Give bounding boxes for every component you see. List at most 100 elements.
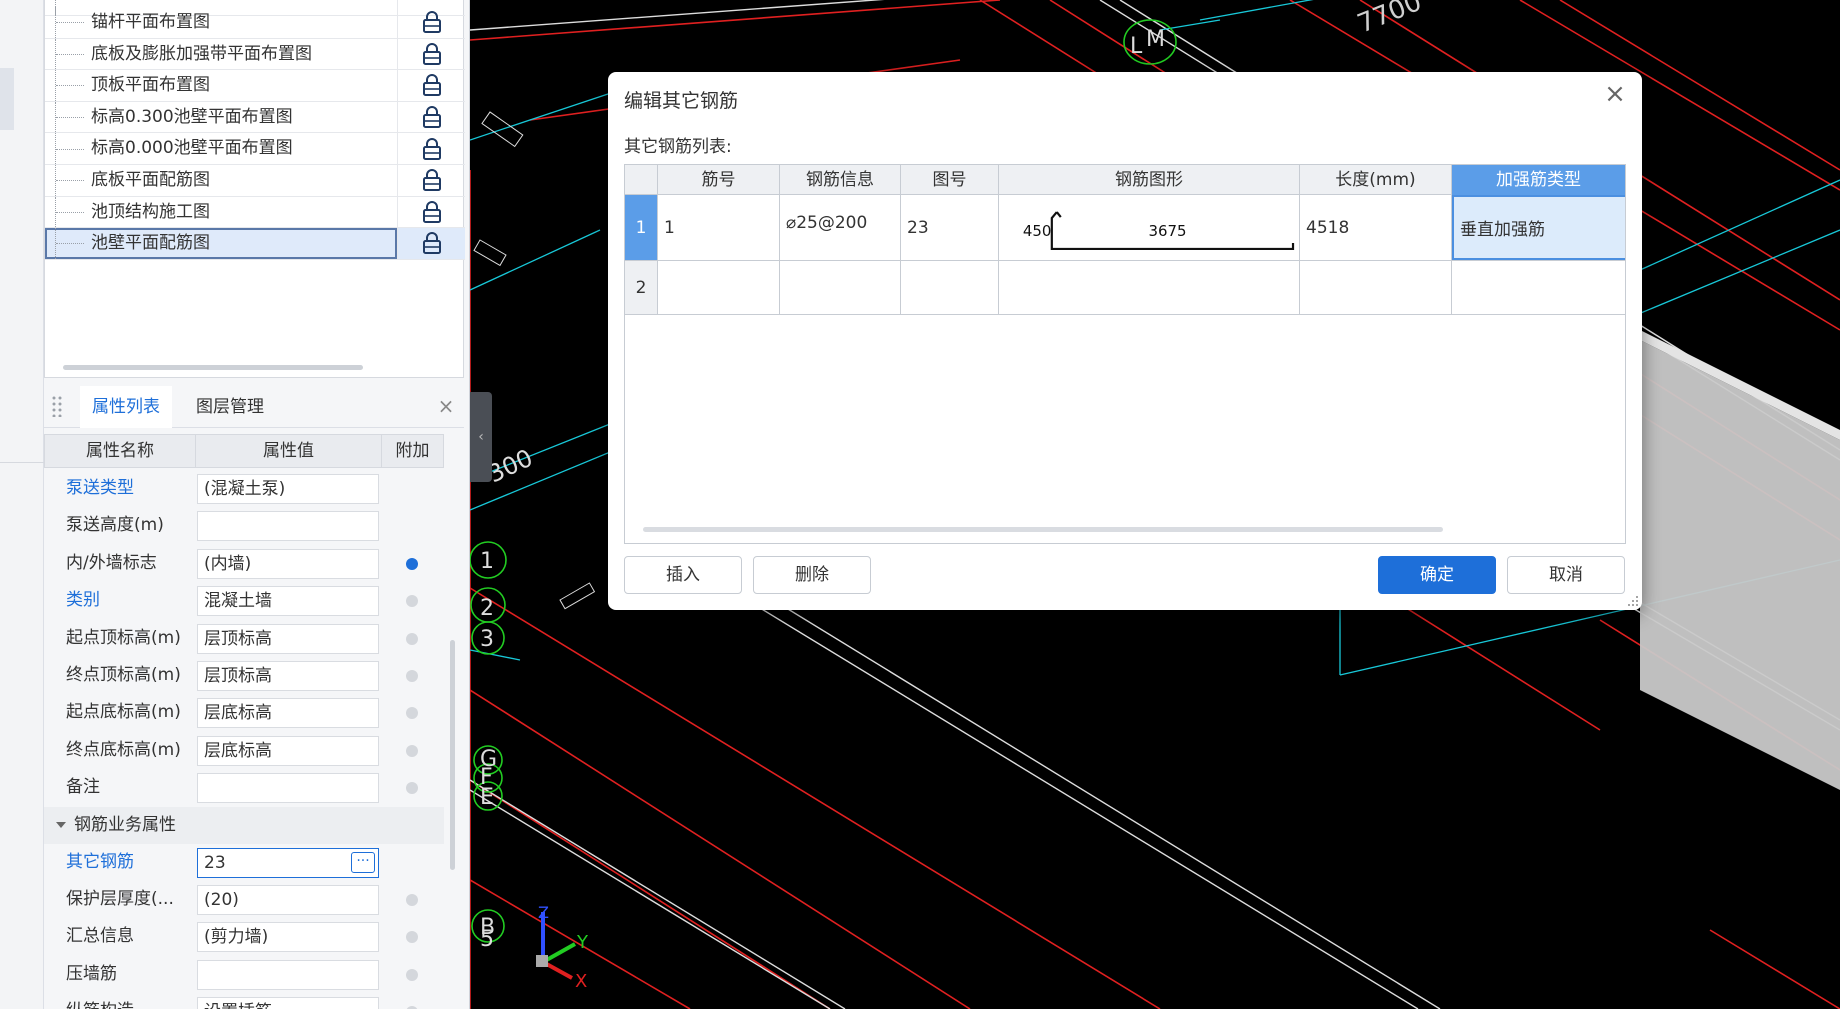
cell-rebar-shape[interactable]: 450 3675 xyxy=(999,195,1300,260)
delete-button[interactable]: 删除 xyxy=(753,556,871,594)
axis-label-3: 3 xyxy=(480,627,494,652)
close-icon[interactable]: × xyxy=(436,396,456,416)
property-value-field[interactable]: (混凝土泵) xyxy=(197,474,379,504)
tab-property-list[interactable]: 属性列表 xyxy=(80,386,172,428)
tree-row-label: 底板平面配筋图 xyxy=(91,170,210,190)
tree-row[interactable]: 标高0.000池壁平面布置图 xyxy=(45,133,465,165)
extra-checkbox[interactable] xyxy=(406,894,418,906)
extra-checkbox[interactable] xyxy=(406,632,418,645)
tree-row[interactable]: 底板及膨胀加强带平面布置图 xyxy=(45,38,465,71)
property-name: 保护层厚度(... xyxy=(66,889,174,909)
ellipsis-button[interactable]: ··· xyxy=(351,851,375,873)
extra-checkbox[interactable] xyxy=(406,557,418,570)
property-row: 终点顶标高(m) 层顶标高 xyxy=(44,657,444,694)
tree-row-label: 标高0.300池壁平面布置图 xyxy=(91,106,293,127)
lock-icon[interactable] xyxy=(421,168,443,192)
divider xyxy=(0,462,44,463)
lock-icon[interactable] xyxy=(421,10,443,34)
table-horizontal-scrollbar[interactable] xyxy=(643,527,1443,532)
side-tab[interactable] xyxy=(0,68,14,130)
column-header[interactable]: 图号 xyxy=(901,165,999,195)
tree-row[interactable]: 锚杆平面布置图 xyxy=(45,7,465,39)
table-row[interactable]: 1 1 ⌀25@200 23 450 3675 4518 垂直加强筋 xyxy=(625,195,1625,261)
lock-icon[interactable] xyxy=(421,105,443,129)
extra-checkbox[interactable] xyxy=(406,931,418,944)
cell-rebar-shape[interactable] xyxy=(999,261,1300,314)
cell-length[interactable] xyxy=(1300,261,1452,314)
property-value-field[interactable]: 层顶标高 xyxy=(197,661,379,691)
property-value-field[interactable]: 层顶标高 xyxy=(197,623,379,654)
cell-rebar-info[interactable] xyxy=(780,261,901,314)
column-header[interactable]: 筋号 xyxy=(658,165,780,195)
tree-connector xyxy=(55,38,89,70)
extra-checkbox[interactable] xyxy=(406,744,418,757)
property-value-field[interactable]: (20) xyxy=(197,885,379,915)
tree-row[interactable]: 底板平面配筋图 xyxy=(45,165,465,197)
close-icon[interactable]: × xyxy=(1602,81,1628,108)
axis-label-5: 5 xyxy=(480,927,494,952)
property-value-field[interactable]: (内墙) xyxy=(197,548,379,579)
property-name: 其它钢筋 xyxy=(66,851,134,872)
drawing-tree: 锚杆平面布置图 底板及膨胀加强带平面布置图 顶板平面布置图 标高0.300池壁平… xyxy=(44,0,465,378)
cancel-button[interactable]: 取消 xyxy=(1507,556,1625,594)
tree-row-selected[interactable]: 池壁平面配筋图 xyxy=(45,228,465,260)
app-window: { "drawings": [ {"label": "锚杆平面布置图"}, {"… xyxy=(0,0,1840,1009)
tab-layer-management[interactable]: 图层管理 xyxy=(184,386,276,428)
property-panel-tabs: 属性列表 图层管理 × xyxy=(44,386,464,428)
property-value-field[interactable] xyxy=(197,959,379,990)
property-value-field[interactable]: 层底标高 xyxy=(197,698,379,729)
other-rebar-field[interactable]: 23 ··· xyxy=(197,847,379,878)
property-row: 终点底标高(m) 层底标高 xyxy=(44,732,444,769)
extra-checkbox[interactable] xyxy=(406,670,418,682)
column-header[interactable]: 钢筋信息 xyxy=(780,165,901,195)
cell-bar-no[interactable] xyxy=(658,261,780,314)
resize-grip-icon[interactable] xyxy=(1627,595,1639,607)
tree-row[interactable]: 顶板平面布置图 xyxy=(45,70,465,102)
property-row: 压墙筋 xyxy=(44,956,444,993)
lock-icon[interactable] xyxy=(421,200,443,224)
tree-connector xyxy=(55,165,89,196)
row-number[interactable]: 1 xyxy=(625,195,658,260)
property-value-field[interactable]: 混凝土墙 xyxy=(197,586,379,617)
tree-row[interactable]: 标高0.300池壁平面布置图 xyxy=(45,101,465,134)
row-number[interactable]: 2 xyxy=(625,261,658,314)
tree-horizontal-scrollbar[interactable] xyxy=(63,365,363,370)
cell-length[interactable]: 4518 xyxy=(1300,195,1452,260)
insert-button[interactable]: 插入 xyxy=(624,556,742,594)
extra-checkbox[interactable] xyxy=(406,595,418,608)
svg-text:X: X xyxy=(575,971,587,992)
shape-left-length: 450 xyxy=(1023,221,1052,239)
cell-bar-no[interactable]: 1 xyxy=(658,195,780,260)
property-group-header[interactable]: 钢筋业务属性 xyxy=(44,806,444,844)
extra-checkbox[interactable] xyxy=(406,707,418,720)
cell-rebar-info[interactable]: ⌀25@200 xyxy=(780,195,901,260)
tree-row[interactable]: 池顶结构施工图 xyxy=(45,196,465,229)
column-header-selected[interactable]: 加强筋类型 xyxy=(1452,165,1625,195)
property-value-field[interactable] xyxy=(197,773,379,804)
cell-reinforcement-type[interactable]: 垂直加强筋 xyxy=(1452,195,1625,260)
drag-grip-icon[interactable] xyxy=(52,395,62,417)
cell-figure-no[interactable]: 23 xyxy=(901,195,999,260)
lock-icon[interactable] xyxy=(421,231,443,255)
property-vertical-scrollbar[interactable] xyxy=(450,640,455,870)
panel-collapse-handle[interactable]: ‹ xyxy=(470,392,492,482)
property-row: 保护层厚度(... (20) xyxy=(44,881,444,918)
column-header[interactable]: 长度(mm) xyxy=(1300,165,1452,195)
lock-icon[interactable] xyxy=(421,42,443,66)
property-value-field[interactable] xyxy=(197,511,379,542)
lock-icon[interactable] xyxy=(421,73,443,97)
cell-reinforcement-type[interactable] xyxy=(1452,261,1625,314)
collapse-triangle-icon[interactable] xyxy=(56,821,66,828)
column-header[interactable]: 钢筋图形 xyxy=(999,165,1300,195)
extra-checkbox[interactable] xyxy=(406,968,418,981)
property-value-field[interactable]: (剪力墙) xyxy=(197,922,379,953)
property-value-field[interactable]: 设置插筋 xyxy=(197,997,379,1009)
cell-figure-no[interactable] xyxy=(901,261,999,314)
extra-checkbox[interactable] xyxy=(406,782,418,795)
left-toolbar-strip xyxy=(0,0,44,1009)
property-value-field[interactable]: 层底标高 xyxy=(197,735,379,766)
ok-button[interactable]: 确定 xyxy=(1378,556,1496,594)
table-row[interactable]: 2 xyxy=(625,261,1625,315)
lock-icon[interactable] xyxy=(421,137,443,161)
property-row: 类别 混凝土墙 xyxy=(44,582,444,619)
